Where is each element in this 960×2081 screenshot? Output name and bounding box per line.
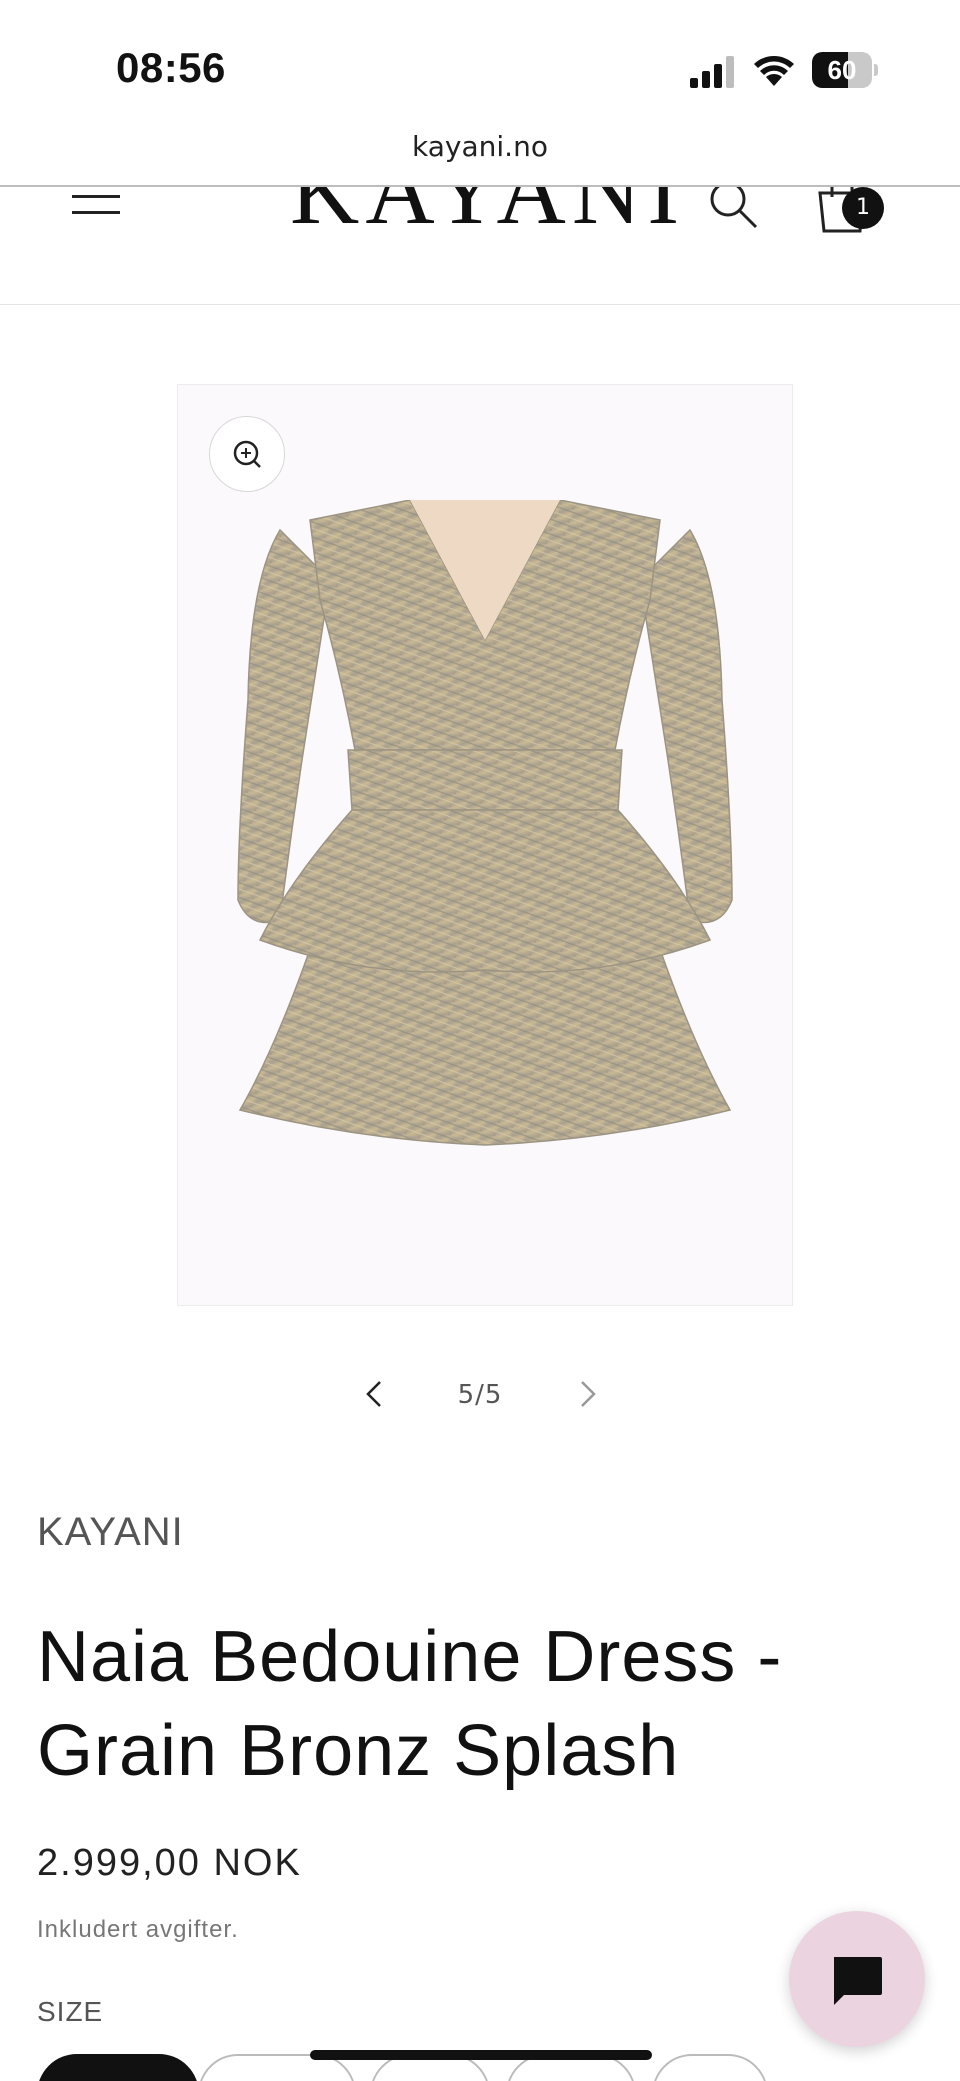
- product-price: 2.999,00 NOK: [37, 1842, 302, 1884]
- cart-count-badge[interactable]: 1: [842, 187, 884, 229]
- battery-nub: [874, 64, 878, 76]
- size-option[interactable]: [37, 2054, 199, 2081]
- signal-icon: [690, 56, 734, 88]
- tax-note: Inkludert avgifter.: [37, 1916, 239, 1943]
- product-title: Naia Bedouine Dress - Grain Bronz Splash: [37, 1617, 783, 1791]
- chat-button[interactable]: [789, 1911, 925, 2047]
- site-header: KAYANI 1: [0, 187, 960, 305]
- menu-line: [72, 195, 120, 198]
- product-image-dress[interactable]: [220, 500, 750, 1160]
- slider-controls: 5/5: [0, 1372, 960, 1422]
- battery-body: 60: [812, 52, 872, 88]
- size-label: SIZE: [37, 1996, 104, 2027]
- battery-icon: 60: [812, 52, 878, 88]
- slide-counter: 5/5: [457, 1380, 503, 1410]
- site-logo[interactable]: KAYANI: [290, 187, 685, 246]
- status-bar: 08:56 60: [0, 0, 960, 130]
- battery-level: 60: [827, 55, 857, 85]
- product-vendor: KAYANI: [37, 1510, 184, 1554]
- chevron-left-icon[interactable]: [360, 1376, 388, 1412]
- zoom-icon: [233, 440, 261, 468]
- wifi-icon: [754, 56, 794, 86]
- menu-icon[interactable]: [72, 187, 122, 227]
- url-bar[interactable]: kayani.no: [0, 130, 960, 186]
- size-option[interactable]: [652, 2054, 768, 2081]
- header-divider: [0, 304, 960, 305]
- zoom-button[interactable]: [209, 416, 285, 492]
- status-time: 08:56: [116, 44, 226, 91]
- search-icon[interactable]: [706, 187, 762, 233]
- menu-line: [72, 211, 120, 214]
- chat-icon: [834, 1957, 882, 2005]
- home-indicator[interactable]: [310, 2050, 652, 2060]
- chevron-right-icon[interactable]: [574, 1376, 602, 1412]
